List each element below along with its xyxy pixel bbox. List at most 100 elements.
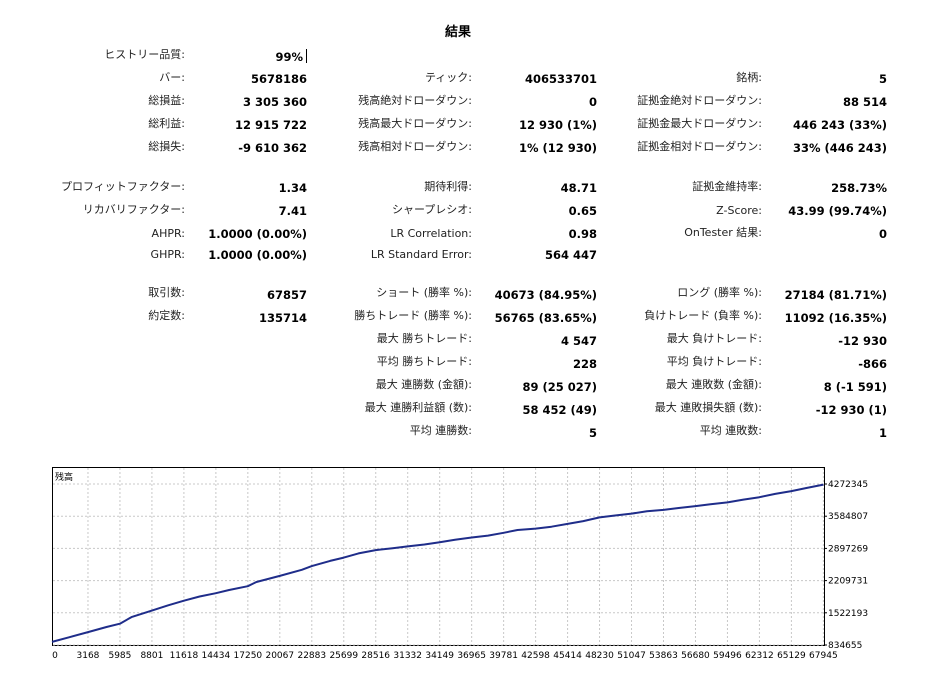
z-score-value: 43.99 (99.74%) — [788, 204, 887, 218]
total-deals-label: 約定数: — [148, 309, 185, 322]
symbols-label: 銘柄: — [736, 71, 762, 84]
chart-x-tick-label: 20067 — [265, 651, 294, 661]
bars-label: バー: — [159, 71, 185, 84]
margin-level-label: 証拠金維持率: — [692, 180, 762, 193]
chart-x-tick-label: 42598 — [521, 651, 550, 661]
max-consecutive-profit-label: 最大 連勝利益額 (数): — [364, 401, 472, 414]
equity-dd-maximal-label: 証拠金最大ドローダウン: — [637, 117, 762, 130]
ghpr-value: 1.0000 (0.00%) — [208, 248, 307, 262]
chart-x-tick-label: 5985 — [108, 651, 131, 661]
chart-x-tick-label: 65129 — [777, 651, 806, 661]
gross-profit-label: 総利益: — [148, 117, 185, 130]
chart-x-tick-label: 8801 — [140, 651, 163, 661]
equity-dd-relative-label: 証拠金相対ドローダウン: — [637, 140, 762, 153]
chart-x-tick-label: 56680 — [681, 651, 710, 661]
margin-level-value: 258.73% — [831, 181, 887, 195]
chart-y-tick-label: 834655 — [828, 641, 862, 651]
ghpr-label: GHPR: — [150, 248, 185, 261]
lr-correlation-label: LR Correlation: — [390, 227, 472, 240]
average-loss-trade-label: 平均 負けトレード: — [666, 355, 762, 368]
chart-x-tick-label: 14434 — [202, 651, 231, 661]
chart-x-tick-label: 11618 — [170, 651, 199, 661]
equity-dd-absolute-value: 88 514 — [842, 95, 887, 109]
chart-series-label: 残高 — [55, 473, 74, 483]
average-consecutive-wins-label: 平均 連勝数: — [409, 424, 472, 437]
max-consecutive-loss-value: -12 930 (1) — [815, 403, 887, 417]
history-quality-label: ヒストリー品質: — [104, 48, 185, 61]
average-consecutive-wins-value: 5 — [588, 426, 597, 440]
chart-x-tick-label: 51047 — [617, 651, 646, 661]
chart-x-tick-label: 22883 — [297, 651, 326, 661]
chart-x-tick-label: 31332 — [393, 651, 422, 661]
equity-dd-absolute-label: 証拠金絶対ドローダウン: — [637, 94, 762, 107]
chart-y-tick-label: 1522193 — [828, 609, 868, 619]
recovery-factor-value: 7.41 — [278, 204, 307, 218]
sharpe-ratio-value: 0.65 — [568, 204, 597, 218]
chart-y-tick-label: 2209731 — [828, 577, 868, 587]
balance-dd-absolute-value: 0 — [588, 95, 597, 109]
expected-payoff-label: 期待利得: — [424, 180, 472, 193]
balance-dd-relative-value: 1% (12 930) — [518, 141, 597, 155]
chart-balance-line — [51, 483, 824, 643]
chart-x-tick-label: 34149 — [425, 651, 454, 661]
text-cursor — [306, 49, 307, 63]
ticks-value: 406533701 — [524, 72, 597, 86]
loss-trades-label: 負けトレード (負率 %): — [644, 309, 762, 322]
chart-x-tick-label: 67945 — [809, 651, 838, 661]
average-profit-trade-value: 228 — [572, 357, 597, 371]
average-loss-trade-value: -866 — [858, 357, 887, 371]
profit-trades-label: 勝ちトレード (勝率 %): — [354, 309, 472, 322]
max-consecutive-losses-value: 8 (-1 591) — [823, 380, 887, 394]
chart-x-tick-label: 45414 — [553, 651, 582, 661]
equity-dd-relative-value: 33% (446 243) — [792, 141, 887, 155]
equity-dd-maximal-value: 446 243 (33%) — [792, 118, 887, 132]
short-trades-value: 40673 (84.95%) — [494, 288, 597, 302]
total-trades-value: 67857 — [266, 288, 307, 302]
profit-trades-value: 56765 (83.65%) — [494, 311, 597, 325]
chart-y-tick-label: 3584807 — [828, 512, 868, 522]
chart-y-tick-label: 2897269 — [828, 544, 868, 554]
largest-loss-trade-value: -12 930 — [838, 334, 887, 348]
max-consecutive-wins-label: 最大 連勝数 (金額): — [375, 378, 472, 391]
profit-factor-label: プロフィットファクター: — [60, 180, 185, 193]
balance-dd-relative-label: 残高相対ドローダウン: — [358, 140, 472, 153]
chart-x-tick-label: 17250 — [234, 651, 263, 661]
chart-x-tick-label: 39781 — [489, 651, 518, 661]
ahpr-label: AHPR: — [151, 227, 185, 240]
report-title: 結果 — [444, 25, 471, 40]
long-trades-label: ロング (勝率 %): — [677, 286, 762, 299]
average-profit-trade-label: 平均 勝ちトレード: — [376, 355, 472, 368]
total-net-profit-value: 3 305 360 — [242, 95, 307, 109]
lr-standard-error-label: LR Standard Error: — [370, 248, 472, 261]
balance-dd-maximal-label: 残高最大ドローダウン: — [358, 117, 472, 130]
ticks-label: ティック: — [424, 71, 472, 84]
sharpe-ratio-label: シャープレシオ: — [391, 203, 472, 216]
gross-loss-label: 総損失: — [148, 140, 185, 153]
largest-loss-trade-label: 最大 負けトレード: — [666, 332, 762, 345]
bars-value: 5678186 — [250, 72, 307, 86]
max-consecutive-wins-value: 89 (25 027) — [522, 380, 597, 394]
chart-x-tick-label: 25699 — [329, 651, 358, 661]
average-consecutive-losses-value: 1 — [878, 426, 887, 440]
recovery-factor-label: リカバリファクター: — [82, 203, 185, 216]
ontester-result-label: OnTester 結果: — [684, 226, 762, 239]
largest-profit-trade-value: 4 547 — [560, 334, 597, 348]
largest-profit-trade-label: 最大 勝ちトレード: — [376, 332, 472, 345]
chart-x-tick-label: 62312 — [745, 651, 774, 661]
gross-profit-value: 12 915 722 — [234, 118, 307, 132]
loss-trades-value: 11092 (16.35%) — [784, 311, 887, 325]
lr-standard-error-value: 564 447 — [544, 248, 597, 262]
ahpr-value: 1.0000 (0.00%) — [208, 227, 307, 241]
lr-correlation-value: 0.98 — [568, 227, 597, 241]
chart-frame — [52, 467, 825, 646]
chart-x-tick-label: 53863 — [649, 651, 678, 661]
chart-x-tick-label: 59496 — [713, 651, 742, 661]
symbols-value: 5 — [878, 72, 887, 86]
gross-loss-value: -9 610 362 — [238, 141, 307, 155]
chart-x-tick-label: 48230 — [585, 651, 614, 661]
ontester-result-value: 0 — [878, 227, 887, 241]
profit-factor-value: 1.34 — [278, 181, 307, 195]
z-score-label: Z-Score: — [716, 204, 762, 217]
history-quality-value: 99% — [275, 50, 303, 64]
max-consecutive-profit-value: 58 452 (49) — [522, 403, 597, 417]
